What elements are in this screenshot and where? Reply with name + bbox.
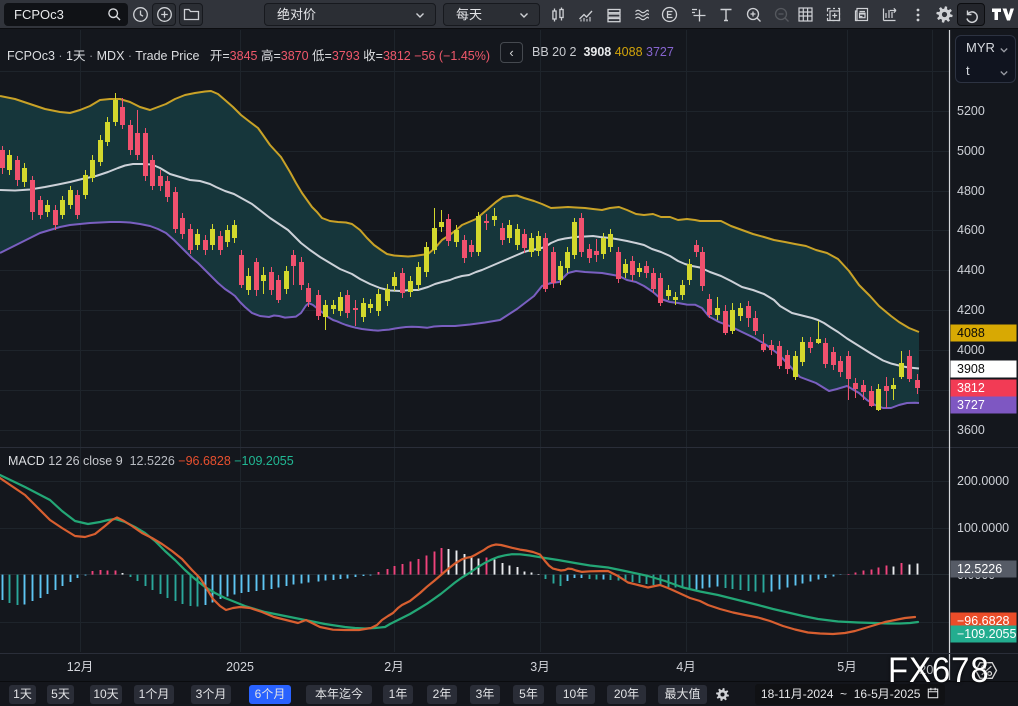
svg-text:4400: 4400 [957,263,985,277]
svg-text:4088: 4088 [957,326,985,340]
svg-text:3908: 3908 [957,362,985,376]
svg-text:5000: 5000 [957,144,985,158]
svg-text:3812: 3812 [957,381,985,395]
svg-text:12月: 12月 [67,660,93,674]
svg-text:3月: 3月 [530,660,549,674]
svg-text:4800: 4800 [957,184,985,198]
svg-text:2月: 2月 [384,660,403,674]
svg-text:3727: 3727 [957,398,985,412]
svg-text:3600: 3600 [957,423,985,437]
svg-text:5200: 5200 [957,104,985,118]
svg-text:4200: 4200 [957,303,985,317]
svg-text:4600: 4600 [957,223,985,237]
svg-text:5月: 5月 [837,660,856,674]
svg-text:2025: 2025 [226,660,254,674]
svg-text:200.0000: 200.0000 [957,474,1009,488]
svg-text:4000: 4000 [957,343,985,357]
svg-text:12.5226: 12.5226 [957,562,1002,576]
svg-text:100.0000: 100.0000 [957,521,1009,535]
svg-text:−109.2055: −109.2055 [957,627,1016,641]
svg-text:4月: 4月 [676,660,695,674]
